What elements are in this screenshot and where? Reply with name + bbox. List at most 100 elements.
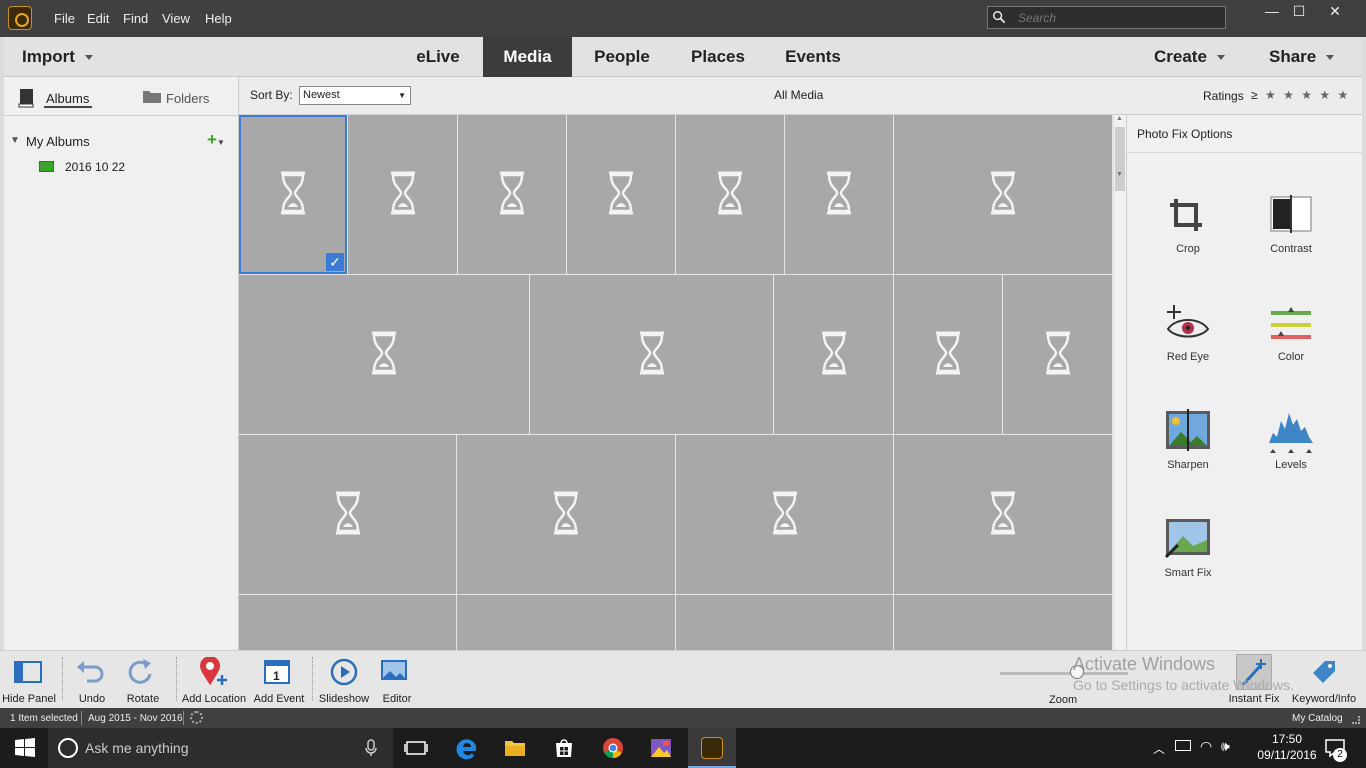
- cortana-search[interactable]: Ask me anything: [48, 728, 393, 768]
- tab-media[interactable]: Media: [483, 37, 572, 77]
- media-thumbnail[interactable]: [676, 595, 893, 650]
- star-icon[interactable]: ★: [1283, 88, 1294, 102]
- star-icon[interactable]: ★: [1319, 88, 1330, 102]
- grid-scrollbar[interactable]: ▲ ▼: [1113, 115, 1126, 650]
- hourglass-icon: [607, 171, 635, 218]
- media-thumbnail[interactable]: [567, 115, 675, 274]
- color-tool[interactable]: Color: [1246, 301, 1336, 363]
- expand-caret-icon[interactable]: ▼: [10, 135, 20, 146]
- import-button[interactable]: Import: [22, 37, 112, 77]
- activation-watermark-text: Go to Settings to activate Windows.: [1073, 677, 1294, 693]
- hourglass-icon: [989, 491, 1017, 538]
- keyword-info-button[interactable]: Keyword/Info: [1288, 651, 1360, 709]
- hourglass-icon: [638, 331, 666, 378]
- media-thumbnail[interactable]: [239, 435, 456, 594]
- media-thumbnail[interactable]: [676, 435, 893, 594]
- slideshow-label: Slideshow: [318, 693, 370, 705]
- tab-elive[interactable]: eLive: [399, 37, 477, 77]
- catalog-name[interactable]: My Catalog: [1292, 713, 1343, 724]
- my-albums-heading: My Albums: [26, 134, 90, 149]
- add-event-button[interactable]: 1 Add Event: [250, 651, 308, 709]
- tab-people[interactable]: People: [579, 37, 665, 77]
- media-thumbnail[interactable]: [1003, 275, 1112, 434]
- crop-label: Crop: [1176, 243, 1200, 255]
- selected-checkmark-icon[interactable]: ✓: [326, 253, 344, 271]
- slideshow-button[interactable]: Slideshow: [316, 651, 372, 709]
- media-thumbnail[interactable]: [458, 115, 566, 274]
- star-icon[interactable]: ★: [1301, 88, 1312, 102]
- store-icon[interactable]: [552, 736, 576, 760]
- smart-fix-tool[interactable]: Smart Fix: [1143, 517, 1233, 579]
- media-thumbnail[interactable]: [894, 435, 1112, 594]
- battery-icon[interactable]: [1175, 740, 1191, 751]
- media-thumbnail[interactable]: [348, 115, 457, 274]
- scrollbar-thumb[interactable]: [1115, 127, 1125, 191]
- notification-badge: 2: [1333, 748, 1347, 762]
- contrast-tool[interactable]: Contrast: [1246, 193, 1336, 255]
- media-thumbnail[interactable]: [239, 595, 456, 650]
- divider: [81, 711, 82, 725]
- rotate-button[interactable]: Rotate: [120, 651, 166, 709]
- media-thumbnail[interactable]: [676, 115, 784, 274]
- maximize-button[interactable]: ☐: [1282, 2, 1316, 20]
- media-thumbnail[interactable]: [530, 275, 773, 434]
- album-label: 2016 10 22: [65, 160, 126, 174]
- media-thumbnail[interactable]: [894, 595, 1112, 650]
- edge-browser-icon[interactable]: [455, 736, 479, 760]
- media-thumbnail[interactable]: [894, 115, 1112, 274]
- crop-tool[interactable]: Crop: [1143, 193, 1233, 255]
- media-thumbnail[interactable]: [774, 275, 893, 434]
- create-button[interactable]: Create: [1154, 37, 1244, 77]
- clock-time[interactable]: 17:50: [1259, 732, 1315, 746]
- menu-find[interactable]: Find: [123, 11, 148, 26]
- clock-date[interactable]: 09/11/2016: [1243, 748, 1331, 762]
- menu-file[interactable]: File: [54, 11, 75, 26]
- chrome-icon[interactable]: [601, 736, 625, 760]
- sort-dropdown[interactable]: Newest ▼: [299, 86, 411, 105]
- hourglass-icon: [334, 491, 362, 538]
- volume-icon[interactable]: 🕪: [1221, 738, 1230, 755]
- elements-organizer-taskbar-item[interactable]: [688, 728, 736, 768]
- close-button[interactable]: ✕: [1318, 2, 1352, 20]
- levels-tool[interactable]: Levels: [1246, 409, 1336, 471]
- scroll-down-icon[interactable]: ▼: [1116, 171, 1123, 178]
- folder-icon: [143, 91, 161, 103]
- media-thumbnail[interactable]: [457, 595, 675, 650]
- tray-expand-icon[interactable]: ︿: [1153, 740, 1165, 757]
- photos-app-icon[interactable]: [649, 736, 673, 760]
- media-thumbnail[interactable]: [457, 435, 675, 594]
- scroll-up-icon[interactable]: ▲: [1116, 115, 1123, 122]
- left-panel: Albums Folders ▼ My Albums +▼ 2016 10 22: [4, 77, 239, 650]
- media-thumbnail[interactable]: [785, 115, 893, 274]
- media-thumbnail[interactable]: ✓: [239, 115, 347, 274]
- wifi-icon[interactable]: ◠: [1200, 738, 1212, 755]
- editor-button[interactable]: Editor: [376, 651, 418, 709]
- star-icon[interactable]: ★: [1265, 88, 1276, 102]
- tab-events[interactable]: Events: [769, 37, 857, 77]
- file-explorer-icon[interactable]: [503, 736, 527, 760]
- search-box[interactable]: [987, 6, 1226, 29]
- undo-button[interactable]: Undo: [70, 651, 114, 709]
- media-thumbnail[interactable]: [894, 275, 1002, 434]
- task-view-icon[interactable]: [404, 736, 428, 760]
- tab-places[interactable]: Places: [674, 37, 762, 77]
- media-thumbnail[interactable]: [239, 275, 529, 434]
- sharpen-label: Sharpen: [1167, 459, 1209, 471]
- windows-taskbar: Ask me anything ︿ ◠ 🕪 17:50 09/11/2016 2: [0, 728, 1366, 768]
- windows-start-icon[interactable]: [13, 736, 37, 760]
- add-album-button[interactable]: +▼: [207, 130, 225, 150]
- search-input[interactable]: [1018, 7, 1218, 28]
- ratings-operator[interactable]: ≥: [1251, 88, 1258, 102]
- menu-view[interactable]: View: [162, 11, 190, 26]
- menu-help[interactable]: Help: [205, 11, 232, 26]
- album-item[interactable]: 2016 10 22: [38, 159, 238, 177]
- add-location-button[interactable]: Add Location: [180, 651, 248, 709]
- share-button[interactable]: Share: [1269, 37, 1359, 77]
- red-eye-tool[interactable]: Red Eye: [1143, 301, 1233, 363]
- sharpen-tool[interactable]: Sharpen: [1143, 409, 1233, 471]
- resize-grip-icon[interactable]: [1352, 716, 1360, 724]
- hide-panel-button[interactable]: Hide Panel: [2, 651, 56, 709]
- star-icon[interactable]: ★: [1337, 88, 1348, 102]
- menu-edit[interactable]: Edit: [87, 11, 109, 26]
- microphone-icon[interactable]: [365, 739, 377, 757]
